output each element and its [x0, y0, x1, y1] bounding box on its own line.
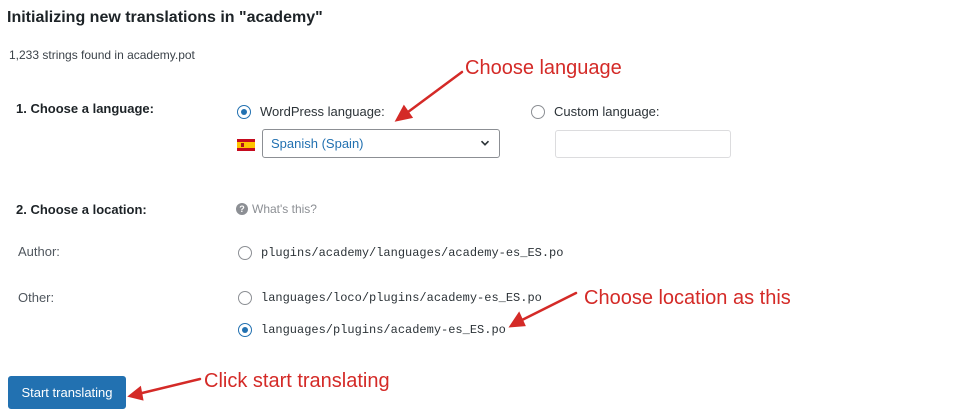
arrow-to-start	[136, 377, 202, 396]
arrow-to-location	[516, 291, 578, 324]
arrow-to-language	[402, 70, 464, 117]
annotation-arrows	[127, 70, 578, 401]
arrowhead-language	[394, 104, 414, 122]
arrowhead-start	[127, 385, 144, 401]
arrowhead-location	[508, 311, 526, 328]
